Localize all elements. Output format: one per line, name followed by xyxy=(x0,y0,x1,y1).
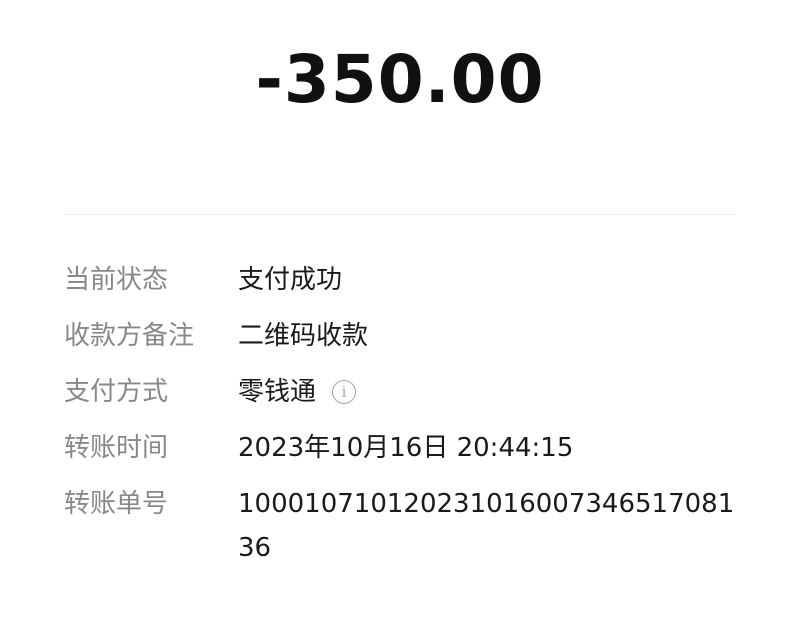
status-label: 当前状态 xyxy=(64,265,169,295)
transaction-details: 当前状态 支付成功 收款方备注 二维码收款 支付方式 零钱通 i 转账时间 20… xyxy=(64,262,736,590)
transfer-number-label: 转账单号 xyxy=(64,489,169,519)
transaction-amount: -350.00 xyxy=(255,41,545,118)
payee-note-label: 收款方备注 xyxy=(64,321,195,351)
transfer-number-value: 100010710120231016007346517081 36 xyxy=(238,489,735,563)
payment-method-value: 零钱通 xyxy=(238,377,317,407)
info-circle-icon[interactable]: i xyxy=(332,380,357,404)
detail-row-status: 当前状态 支付成功 xyxy=(64,262,736,298)
detail-row-transfer-number: 转账单号 100010710120231016007346517081 36 xyxy=(64,486,736,570)
detail-row-payee-note: 收款方备注 二维码收款 xyxy=(64,318,736,354)
divider xyxy=(64,214,736,215)
payee-note-value: 二维码收款 xyxy=(238,321,369,351)
transfer-time-value: 2023年10月16日 20:44:15 xyxy=(238,433,574,463)
transfer-time-label: 转账时间 xyxy=(64,433,169,463)
status-value: 支付成功 xyxy=(238,265,343,295)
detail-row-payment-method: 支付方式 零钱通 i xyxy=(64,374,736,410)
detail-row-transfer-time: 转账时间 2023年10月16日 20:44:15 xyxy=(64,430,736,466)
payment-method-label: 支付方式 xyxy=(64,377,169,407)
payment-method-value-group: 零钱通 i xyxy=(238,374,736,410)
